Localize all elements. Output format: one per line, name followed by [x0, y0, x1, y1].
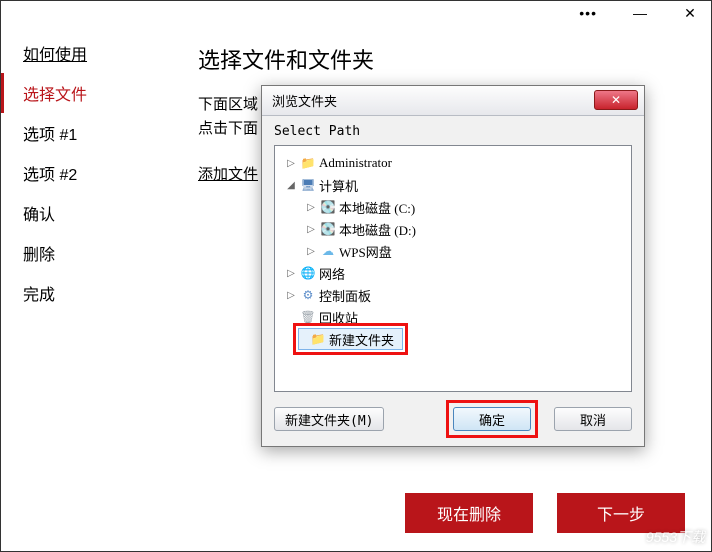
- tree-label: 本地磁盘 (C:): [339, 198, 415, 217]
- new-folder-button[interactable]: 新建文件夹(M): [274, 407, 384, 431]
- tree-row-wps[interactable]: ▷ ☁ WPS网盘: [279, 240, 627, 262]
- desc-prefix: 下面区域: [198, 96, 258, 113]
- tree-label: 控制面板: [319, 286, 371, 305]
- sidebar-item-confirm[interactable]: 确认: [1, 193, 186, 233]
- tree-row-newfolder[interactable]: 📁 新建文件夹: [279, 328, 627, 350]
- close-icon: ✕: [611, 93, 621, 107]
- tree-row-ctrl[interactable]: ▷ ⚙ 控制面板: [279, 284, 627, 306]
- dialog-body: Select Path ▷ 📁 Administrator ◢ 🖥 计算机 ▷ …: [262, 116, 644, 446]
- tree-row-admin[interactable]: ▷ 📁 Administrator: [279, 152, 627, 174]
- folder-icon: 📁: [299, 155, 317, 171]
- tree-row-c[interactable]: ▷ 💽 本地磁盘 (C:): [279, 196, 627, 218]
- ok-button[interactable]: 确定: [453, 407, 531, 431]
- browse-folder-dialog: 浏览文件夹 ✕ Select Path ▷ 📁 Administrator ◢ …: [261, 85, 645, 447]
- expand-icon[interactable]: ▷: [305, 224, 317, 235]
- expand-icon[interactable]: ▷: [285, 290, 297, 301]
- sidebar-item-option2[interactable]: 选项 #2: [1, 153, 186, 193]
- highlight-box: 📁 新建文件夹: [293, 323, 408, 355]
- network-icon: 🌐: [299, 265, 317, 281]
- dialog-titlebar: 浏览文件夹 ✕: [262, 86, 644, 116]
- drive-icon: 💽: [319, 199, 337, 215]
- highlight-box: 确定: [446, 400, 538, 438]
- sidebar-item-select-files[interactable]: 选择文件: [1, 73, 186, 113]
- folder-icon: 📁: [309, 331, 327, 347]
- computer-icon: 🖥: [299, 177, 317, 193]
- control-panel-icon: ⚙: [299, 287, 317, 303]
- tree-label: WPS网盘: [339, 242, 392, 261]
- expand-icon[interactable]: ▷: [305, 246, 317, 257]
- page-title: 选择文件和文件夹: [198, 43, 685, 75]
- tree-label: 本地磁盘 (D:): [339, 220, 416, 239]
- cancel-button[interactable]: 取消: [554, 407, 632, 431]
- app-window: ••• — ✕ 如何使用 选择文件 选项 #1 选项 #2 确认 删除 完成 选…: [0, 0, 712, 552]
- tree-row-d[interactable]: ▷ 💽 本地磁盘 (D:): [279, 218, 627, 240]
- more-icon[interactable]: •••: [579, 5, 597, 21]
- tree-label: 新建文件夹: [329, 330, 394, 349]
- desc-line2: 点击下面: [198, 120, 258, 137]
- footer-bar: 现在删除 下一步: [405, 493, 685, 533]
- close-button[interactable]: ✕: [675, 5, 705, 22]
- sidebar: 如何使用 选择文件 选项 #1 选项 #2 确认 删除 完成: [1, 25, 186, 551]
- expand-icon[interactable]: ▷: [285, 158, 297, 169]
- expand-icon[interactable]: ▷: [305, 202, 317, 213]
- expand-icon[interactable]: ▷: [285, 268, 297, 279]
- watermark: 9553下载: [646, 527, 705, 547]
- cloud-icon: ☁: [319, 243, 337, 259]
- tree-row-pc[interactable]: ◢ 🖥 计算机: [279, 174, 627, 196]
- select-path-label: Select Path: [274, 124, 632, 139]
- delete-now-button[interactable]: 现在删除: [405, 493, 533, 533]
- sidebar-item-how-to[interactable]: 如何使用: [1, 33, 186, 73]
- tree-label: 计算机: [319, 176, 358, 195]
- sidebar-item-done[interactable]: 完成: [1, 273, 186, 313]
- dialog-close-button[interactable]: ✕: [594, 90, 638, 110]
- titlebar: ••• — ✕: [1, 1, 711, 25]
- sidebar-item-option1[interactable]: 选项 #1: [1, 113, 186, 153]
- drive-icon: 💽: [319, 221, 337, 237]
- minimize-button[interactable]: —: [625, 5, 655, 21]
- sidebar-item-delete[interactable]: 删除: [1, 233, 186, 273]
- tree-row-net[interactable]: ▷ 🌐 网络: [279, 262, 627, 284]
- dialog-title: 浏览文件夹: [272, 91, 337, 110]
- folder-tree[interactable]: ▷ 📁 Administrator ◢ 🖥 计算机 ▷ 💽 本地磁盘 (C:) …: [274, 145, 632, 392]
- collapse-icon[interactable]: ◢: [285, 180, 297, 191]
- tree-label: Administrator: [319, 155, 392, 171]
- tree-label: 网络: [319, 264, 345, 283]
- dialog-footer: 新建文件夹(M) 确定 取消: [274, 392, 632, 440]
